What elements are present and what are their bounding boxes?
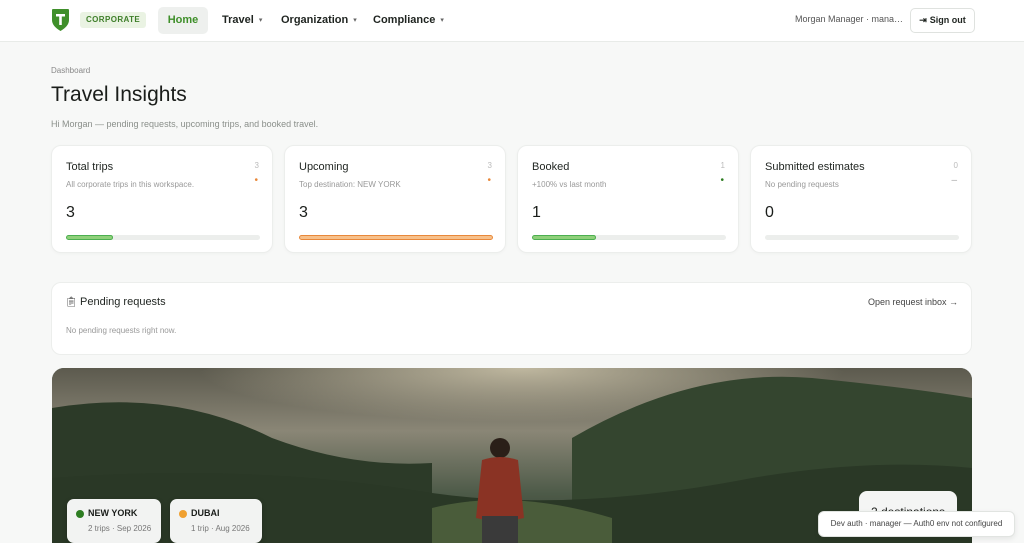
stat-label: Total trips [66,161,114,173]
status-dot-icon: • [720,175,724,186]
chevron-down-icon: ▾ [440,17,444,24]
stat-card-booked: Booked 1 +100% vs last month • 1 [517,145,739,253]
stat-label: Submitted estimates [765,161,865,173]
nav-organization[interactable]: Organization ▾ [281,7,357,34]
destination-chip-new-york[interactable]: NEW YORK 2 trips · Sep 2026 [67,499,161,543]
nav-compliance[interactable]: Compliance ▾ [373,7,444,34]
destination-name: DUBAI [191,508,220,518]
pending-requests-title: Pending requests [80,296,166,308]
top-navigation-bar: CORPORATE Home Travel ▾ Organization ▾ Com… [0,0,1024,42]
chevron-down-icon: ▾ [353,17,357,24]
stat-label: Booked [532,161,570,173]
stat-value: 0 [765,204,774,221]
stat-description: No pending requests [765,180,839,189]
destination-dot-icon [179,510,187,518]
status-dot-icon: • [254,175,258,186]
nav-home-label: Home [167,14,199,26]
nav-compliance-label: Compliance [373,14,436,26]
nav-travel[interactable]: Travel ▾ [222,7,262,34]
open-request-inbox-link[interactable]: Open request inbox → [868,297,958,307]
stat-card-total-trips: Total trips 3 All corporate trips in thi… [51,145,273,253]
pending-requests-panel: 📋︎ Pending requests Open request inbox →… [51,282,972,355]
logo-icon[interactable] [51,8,70,32]
stat-label: Upcoming [299,161,349,173]
breadcrumb[interactable]: Dashboard [51,66,90,75]
destination-name: NEW YORK [88,508,138,518]
stat-description: Top destination: NEW YORK [299,180,401,189]
workspace-badge: CORPORATE [80,12,147,28]
stat-progress-bar [66,235,260,240]
stat-description: All corporate trips in this workspace. [66,180,195,189]
page-title: Travel Insights [51,83,187,106]
pending-empty-message: No pending requests right now. [66,326,177,335]
destination-dot-icon [76,510,84,518]
stat-value: 3 [299,204,308,221]
stat-progress-fill [299,235,493,240]
stat-progress-fill [532,235,597,240]
stat-corner-count: 0 [953,161,958,170]
status-dash-icon: – [951,175,957,186]
logout-icon: ⇥ [919,15,927,25]
sign-out-label: Sign out [929,15,966,25]
stat-corner-count: 3 [487,161,492,170]
user-menu[interactable]: Morgan Manager · mana… [795,14,903,24]
sign-out-button[interactable]: ⇥ Sign out [910,8,975,33]
clipboard-icon: 📋︎ [65,297,78,308]
stat-card-upcoming: Upcoming 3 Top destination: NEW YORK • 3 [284,145,506,253]
chevron-down-icon: ▾ [258,17,263,24]
stat-progress-bar [299,235,493,240]
stat-corner-count: 3 [254,161,259,170]
stat-description: +100% vs last month [532,180,607,189]
dev-auth-toast: Dev auth · manager — Auth0 env not confi… [818,511,1015,537]
nav-travel-label: Travel [222,14,254,26]
destination-chip-dubai[interactable]: DUBAI 1 trip · Aug 2026 [170,499,262,543]
stat-value: 3 [66,204,75,221]
stat-corner-count: 1 [720,161,725,170]
nav-home[interactable]: Home [158,7,208,34]
stat-value: 1 [532,204,541,221]
page-subtitle: Hi Morgan — pending requests, upcoming t… [51,119,319,129]
status-dot-icon: • [487,175,491,186]
nav-organization-label: Organization [281,14,349,26]
stat-progress-bar [765,235,959,240]
stat-card-submitted-estimates: Submitted estimates 0 No pending request… [750,145,972,253]
destination-meta: 2 trips · Sep 2026 [88,524,152,533]
stat-progress-bar [532,235,726,240]
stat-progress-fill [66,235,113,240]
destination-meta: 1 trip · Aug 2026 [191,524,250,533]
